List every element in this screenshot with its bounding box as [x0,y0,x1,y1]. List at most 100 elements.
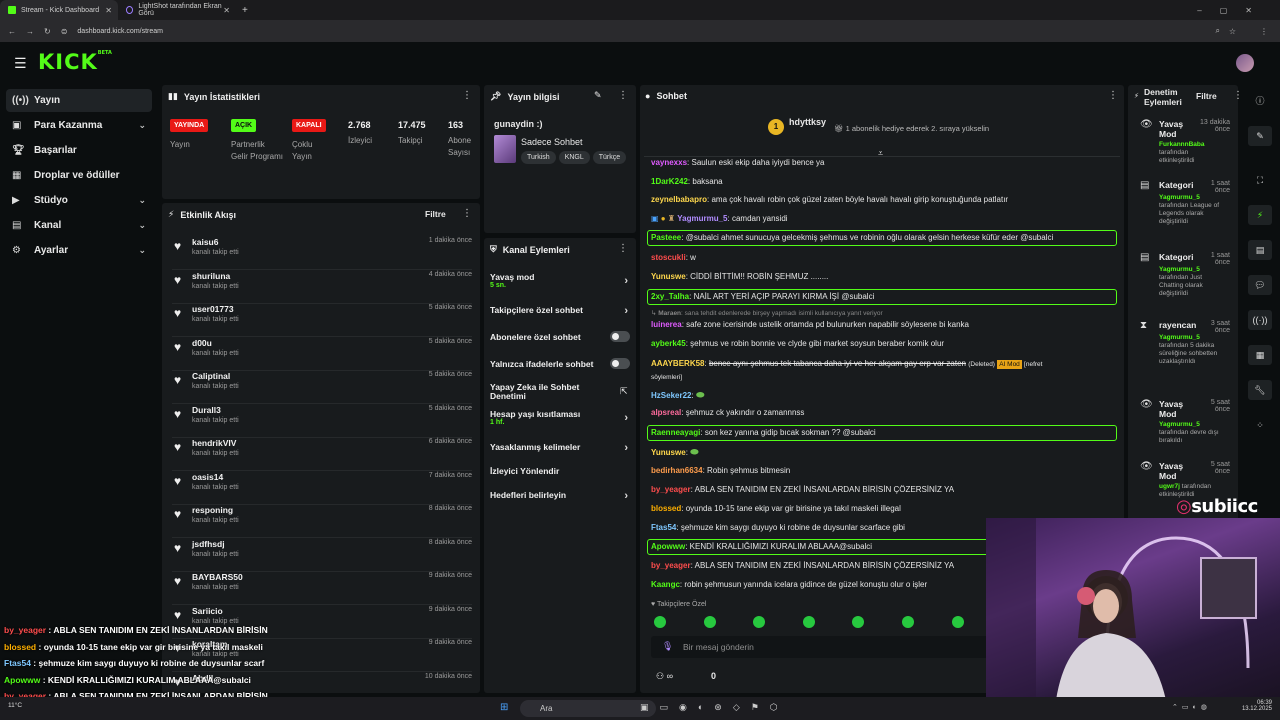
banned-words-row[interactable]: Yasaklanmış kelimeler › [490,442,632,454]
chat-username[interactable]: Maraen [658,310,681,317]
reply-indicator[interactable]: ↳ Maraen: sana tehdit edenlerede birşey … [651,309,883,317]
activity-item[interactable]: ♥ BAYBARS50 kanalı takip etti 9 dakika önce [172,572,472,605]
url-field[interactable]: dashboard.kick.com/stream [77,28,163,35]
layout-icon[interactable]: ▦ [1248,345,1272,365]
chat-message[interactable]: AAAYBERK58: bence aynı şehmus tek tabanc… [651,358,1071,384]
edit-tool-icon[interactable]: ✎ [1248,126,1272,146]
site-info-icon[interactable]: ⊜ [61,27,68,36]
chat-message[interactable]: Kaangc: robin şehmusun yanında icelara g… [651,580,927,589]
chat-username[interactable]: by_yeager [651,485,691,494]
chat-username[interactable]: blossed [651,504,681,513]
chat-username[interactable]: zeynelbabapro [651,195,707,204]
chat-username[interactable]: Apowww [651,542,685,551]
activity-item[interactable]: ♥ d00u kanalı takip etti 5 dakika önce [172,338,472,371]
edit-icon[interactable]: ✎ [594,90,602,101]
sidebar-item-yayin[interactable]: ((•)) Yayın [6,89,152,112]
activity-item[interactable]: ♥ user01773 kanalı takip etti 5 dakika önce [172,304,472,337]
moderation-item[interactable]: ▤ Kategori 1 saat önce Yagmurmu_5 tarafında… [1140,252,1230,312]
chat-username[interactable]: Ftas54 [651,523,676,532]
browser-tab-kick[interactable]: Stream - Kick Dashboard ✕ [0,0,118,20]
follower-only-row[interactable]: Takipçilere özel sohbet › [490,305,632,317]
slow-mode-row[interactable]: Yavaş mod 5 sn. › [490,272,632,289]
apps-icon[interactable]: ⁘ [1248,415,1272,435]
chat-message[interactable]: 2xy_Talha: NAİL ART YERİ AÇIP PARAYI KIR… [651,292,874,301]
set-goals-row[interactable]: Hedefleri belirleyin › [490,490,632,502]
chat-message[interactable]: Yunuswe: ⬬ [651,447,699,458]
external-link-icon[interactable]: ⇱ [620,386,628,397]
emote-icon[interactable] [704,616,716,628]
chat-message[interactable]: Apowww: KENDİ KRALLIĞIMIZI KURALIM ABLAA… [651,542,872,551]
viewers-icon[interactable]: ⚇ ∞ [656,671,673,682]
activity-item[interactable]: ♥ oasis14 kanalı takip etti 7 dakika önce [172,472,472,505]
activity-item[interactable]: ♥ Durall3 kanalı takip etti 5 dakika önce [172,405,472,438]
system-tray-icons[interactable]: ⌃▭◐◍ [1172,703,1211,711]
moderation-filter-button[interactable]: Filtre [1196,91,1217,101]
close-tab-icon[interactable]: ✕ [223,6,230,15]
back-icon[interactable]: ← [8,27,16,36]
chat-username[interactable]: bedirhan6634 [651,466,703,475]
moderation-item[interactable]: 👁︎ Yavaş Mod 13 dakika önce FurkannnBaba ta… [1140,119,1230,179]
chat-message[interactable]: by_yeager: ABLA SEN TANIDIM EN ZEKİ İNSA… [651,485,954,494]
expand-icon[interactable]: ⛶ [1248,170,1272,190]
sidebar-item-droplar[interactable]: ▦ Droplar ve ödüller [0,164,152,187]
chat-username[interactable]: HzSeker22 [651,391,691,400]
sidebar-item-ayarlar[interactable]: ⚙ Ayarlar ⌄ [0,239,152,262]
hamburger-menu-icon[interactable]: ☰ [14,55,27,72]
chat-username[interactable]: alpsreal [651,408,681,417]
activity-filter-button[interactable]: Filtre [425,209,446,219]
new-tab-icon[interactable]: + [242,5,248,16]
chat-message[interactable]: luinerea: safe zone icerisinde ustelik o… [651,320,969,329]
moderation-menu-icon[interactable]: ⋮ [1233,90,1243,101]
clipboard-icon[interactable]: ▤ [1248,240,1272,260]
quick-action-icon[interactable]: ⚡ [1248,205,1272,225]
ai-moderation-row[interactable]: Yapay Zeka ile Sohbet Denetimi [490,383,608,401]
chat-username[interactable]: Yagmurmu_5 [677,214,727,223]
stats-menu-icon[interactable]: ⋮ [462,90,472,101]
moderation-item[interactable]: ⧗ rayencan 3 saat önce Yagmurmu_5 tarafında… [1140,320,1230,380]
broadcast-tool-icon[interactable]: ((·)) [1248,310,1272,330]
weather-widget[interactable]: 11°C [8,702,22,709]
chat-message[interactable]: Raenneayagi: son kez yanına gidip bıcak … [651,428,876,437]
category-name[interactable]: Sadece Sohbet [521,137,583,147]
clock[interactable]: 06:39 13.12.2025 [1240,700,1272,712]
emote-icon[interactable] [753,616,765,628]
chat-message[interactable]: by_yeager: ABLA SEN TANIDIM EN ZEKİ İNSA… [651,561,954,570]
stream-info-menu-icon[interactable]: ⋮ [618,90,628,101]
chat-username[interactable]: luinerea [651,320,682,329]
wrench-icon[interactable]: 🔧︎ [1248,380,1272,400]
activity-item[interactable]: ♥ shuriluna kanalı takip etti 4 dakika önce [172,271,472,304]
chat-message[interactable]: Pasteee: @subalci ahmet sunucuya gelcekm… [651,233,1053,242]
activity-item[interactable]: ♥ kaisu6 kanalı takip etti 1 dakika önce [172,237,472,270]
chat-username[interactable]: AAAYBERK58 [651,359,705,368]
activity-menu-icon[interactable]: ⋮ [462,208,472,219]
emote-icon[interactable] [952,616,964,628]
chat-username[interactable]: vaynexxs [651,158,687,167]
chat-message[interactable]: Ftas54: şehmuze kim saygı duyuyo ki robi… [651,523,905,532]
kick-logo[interactable]: KICKBETA [38,50,112,74]
close-tab-icon[interactable]: ✕ [105,6,112,15]
moderation-item[interactable]: ▤ Kategori 1 saat önce Yagmurmu_5 tarafında… [1140,180,1230,240]
forward-icon[interactable]: → [26,27,34,36]
chat-username[interactable]: stoscukli [651,253,686,262]
subscriber-only-toggle[interactable] [610,331,630,342]
user-avatar[interactable] [1236,54,1254,72]
taskbar-apps[interactable]: ▣▭◉◐⊛◇⚑⬡ [640,702,789,713]
activity-item[interactable]: ♥ Caliptinal kanalı takip etti 5 dakika önc… [172,371,472,404]
info-icon[interactable]: ⓘ [1248,90,1272,110]
chat-message[interactable]: vaynexxs: Saulun eski ekip daha iyiydi b… [651,158,824,167]
collapse-icon[interactable]: ⩡ [878,148,883,159]
zoom-icon[interactable]: ⌕ [1216,26,1220,36]
chat-username[interactable]: Yunuswe [651,448,686,457]
channel-actions-menu-icon[interactable]: ⋮ [618,243,628,254]
chat-message[interactable]: bedirhan6634: Robin şehmus bitmesin [651,466,790,475]
mic-icon[interactable]: 🎙︎ [662,641,673,652]
browser-tab-lightshot[interactable]: LightShot tarafından Ekran Görü ✕ [118,0,236,20]
chat-message[interactable]: alpsreal: şehmuz ck yakındır o zamannnss [651,408,804,417]
chat-username[interactable]: Kaangc [651,580,680,589]
chat-username[interactable]: 1DarK242 [651,177,688,186]
gift-leader-name[interactable]: hdyttksy [789,117,826,127]
chat-message[interactable]: ayberk45: şehmus ve robin bonnie ve clyd… [651,339,944,348]
reload-icon[interactable]: ↻ [44,27,51,36]
sidebar-item-studyo[interactable]: ▶ Stüdyo ⌄ [0,189,152,212]
chat-message[interactable]: blossed: oyunda 10-15 tane ekip var gir … [651,504,901,513]
